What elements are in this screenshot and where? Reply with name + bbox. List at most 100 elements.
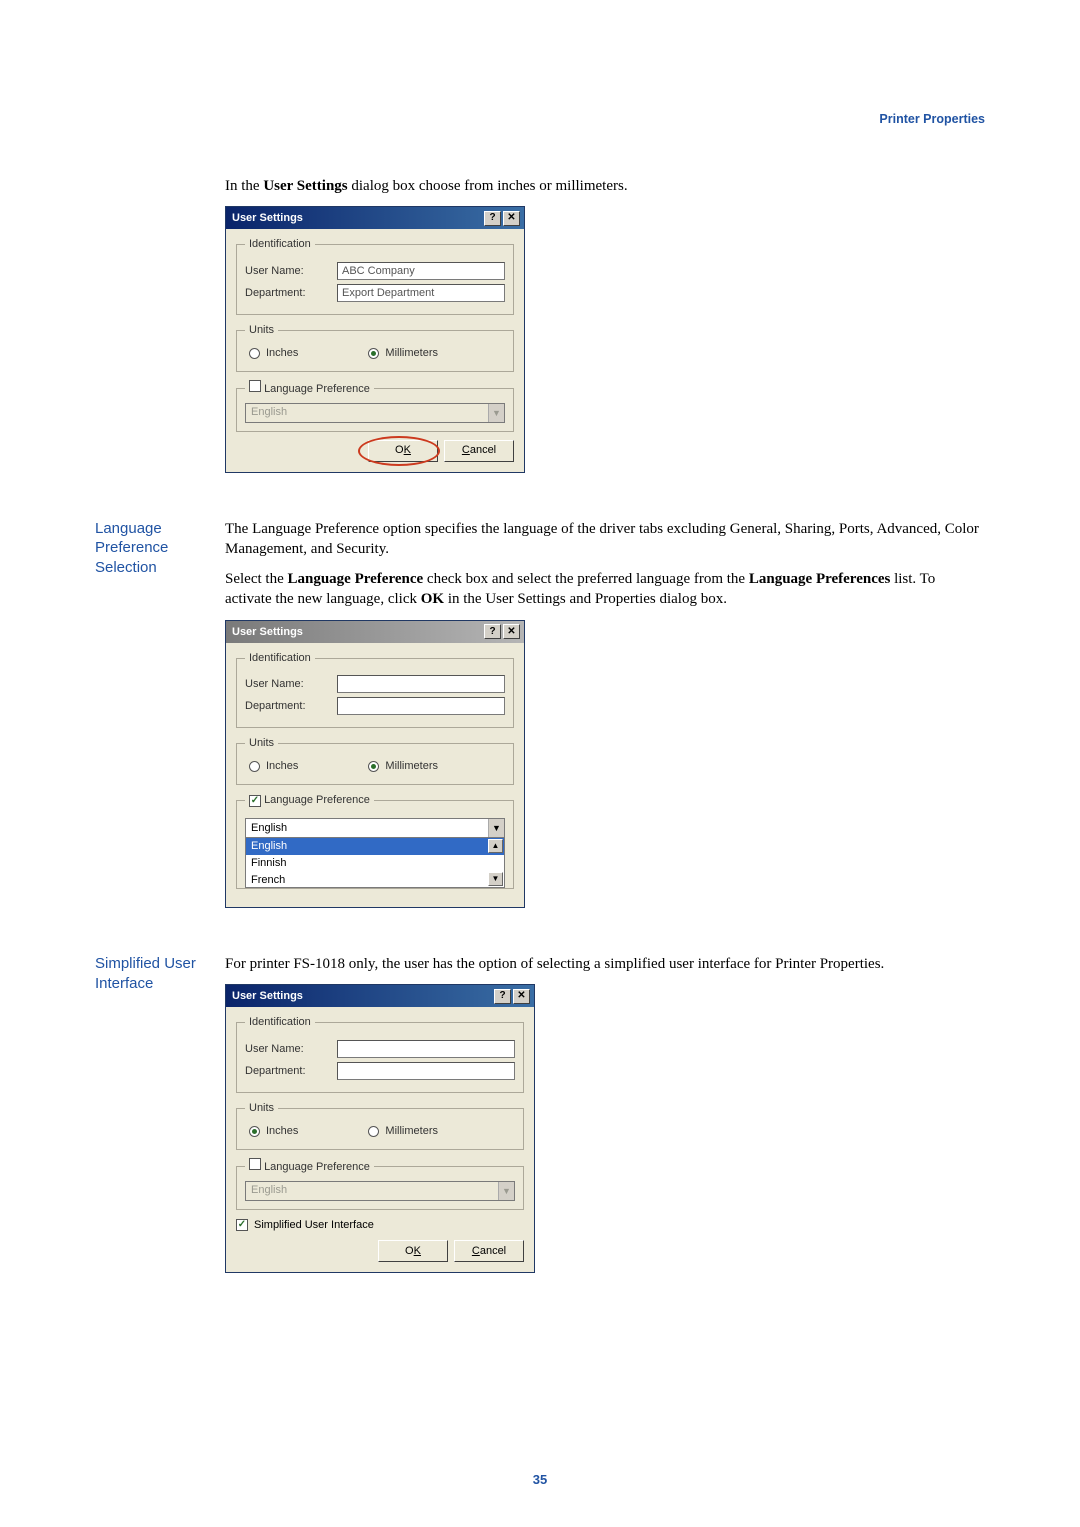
millimeters-radio-label: Millimeters bbox=[385, 346, 438, 361]
username-field[interactable]: ABC Company bbox=[337, 262, 505, 280]
department-field[interactable]: Export Department bbox=[337, 284, 505, 302]
identification-legend: Identification bbox=[245, 651, 315, 666]
millimeters-radio[interactable]: Millimeters bbox=[368, 1124, 438, 1139]
titlebar: User Settings ? ✕ bbox=[226, 621, 524, 643]
language-preference-checkbox[interactable] bbox=[249, 1158, 261, 1170]
lp2b: Language Preference bbox=[287, 571, 423, 587]
lp2a: Select the bbox=[225, 571, 287, 587]
language-preference-chk-wrap: Language Preference bbox=[245, 1158, 374, 1175]
department-label: Department: bbox=[245, 1064, 337, 1079]
intro-text-b: User Settings bbox=[263, 178, 347, 194]
ok-underline: K bbox=[404, 443, 411, 458]
ok-button[interactable]: OK bbox=[368, 440, 438, 462]
username-field[interactable] bbox=[337, 1040, 515, 1058]
department-label: Department: bbox=[245, 286, 337, 301]
cancel-underline: C bbox=[462, 443, 470, 458]
language-listbox[interactable]: English Finnish French French (Canada) ▲… bbox=[245, 838, 505, 888]
username-label: User Name: bbox=[245, 1042, 337, 1057]
dialog-title: User Settings bbox=[232, 621, 303, 643]
language-dropdown: English ▼ bbox=[245, 403, 505, 423]
ok-pre: O bbox=[395, 443, 404, 458]
ok-button[interactable]: OK bbox=[378, 1240, 448, 1262]
close-icon[interactable]: ✕ bbox=[503, 211, 520, 226]
titlebar: User Settings ? ✕ bbox=[226, 207, 524, 229]
identification-group: Identification User Name: ABC Company De… bbox=[236, 237, 514, 315]
lang-p2: Select the Language Preference check box… bbox=[225, 569, 985, 610]
username-label: User Name: bbox=[245, 677, 337, 692]
inches-radio[interactable]: Inches bbox=[249, 346, 298, 361]
units-group: Units Inches Millimeters bbox=[236, 323, 514, 372]
list-item[interactable]: French bbox=[246, 872, 504, 888]
language-preference-group: Language Preference English ▼ bbox=[236, 1158, 524, 1210]
chevron-down-icon[interactable]: ▼ bbox=[488, 819, 504, 837]
units-group: Units Inches Millimeters bbox=[236, 736, 514, 785]
language-value: English bbox=[251, 405, 287, 420]
language-dropdown: English ▼ bbox=[245, 1181, 515, 1201]
user-settings-dialog-1: User Settings ? ✕ Identification User Na… bbox=[225, 206, 525, 472]
intro-text-c: dialog box choose from inches or millime… bbox=[348, 178, 628, 194]
language-preference-legend: Language Preference bbox=[264, 1161, 370, 1173]
inches-radio[interactable]: Inches bbox=[249, 1124, 298, 1139]
units-legend: Units bbox=[245, 736, 278, 751]
units-legend: Units bbox=[245, 323, 278, 338]
lang-p1: The Language Preference option specifies… bbox=[225, 519, 985, 560]
username-field[interactable] bbox=[337, 675, 505, 693]
ok-pre: O bbox=[405, 1244, 414, 1259]
simple-p1: For printer FS-1018 only, the user has t… bbox=[225, 954, 985, 974]
units-group: Units Inches Millimeters bbox=[236, 1101, 524, 1150]
lp2d: Language Preferences bbox=[749, 571, 891, 587]
language-preference-chk-wrap: Language Preference bbox=[245, 380, 374, 397]
lp2g: in the User Settings and Properties dial… bbox=[444, 591, 727, 607]
scroll-down-icon[interactable]: ▼ bbox=[488, 872, 503, 886]
intro-text-a: In the bbox=[225, 178, 263, 194]
help-icon[interactable]: ? bbox=[494, 989, 511, 1004]
units-legend: Units bbox=[245, 1101, 278, 1116]
dialog-title: User Settings bbox=[232, 985, 303, 1007]
simple-section-heading: Simplified User Interface bbox=[95, 954, 225, 1291]
list-item[interactable]: Finnish bbox=[246, 855, 504, 872]
department-label: Department: bbox=[245, 699, 337, 714]
page-number: 35 bbox=[0, 1472, 1080, 1487]
chevron-down-icon: ▼ bbox=[488, 404, 504, 422]
username-label: User Name: bbox=[245, 264, 337, 279]
cancel-underline: C bbox=[472, 1244, 480, 1259]
close-icon[interactable]: ✕ bbox=[513, 989, 530, 1004]
page-header-title: Printer Properties bbox=[95, 112, 985, 126]
lp2f: OK bbox=[421, 591, 444, 607]
language-preference-checkbox[interactable] bbox=[249, 380, 261, 392]
language-value: English bbox=[251, 1183, 287, 1198]
language-dropdown[interactable]: English ▼ bbox=[245, 818, 505, 838]
list-item[interactable]: English bbox=[246, 838, 504, 855]
inches-radio[interactable]: Inches bbox=[249, 759, 298, 774]
department-field[interactable] bbox=[337, 1062, 515, 1080]
identification-legend: Identification bbox=[245, 1015, 315, 1030]
help-icon[interactable]: ? bbox=[484, 211, 501, 226]
lang-section-heading: Language Preference Selection bbox=[95, 519, 225, 926]
scroll-up-icon[interactable]: ▲ bbox=[488, 839, 503, 853]
language-preference-checkbox[interactable]: ✓ bbox=[249, 795, 261, 807]
simplified-ui-label: Simplified User Interface bbox=[254, 1218, 374, 1233]
inches-radio-label: Inches bbox=[266, 1124, 298, 1139]
cancel-post: ancel bbox=[480, 1244, 506, 1259]
language-preference-legend: Language Preference bbox=[264, 794, 370, 806]
user-settings-dialog-2: User Settings ? ✕ Identification User Na… bbox=[225, 620, 525, 908]
millimeters-radio[interactable]: Millimeters bbox=[368, 759, 438, 774]
identification-legend: Identification bbox=[245, 237, 315, 252]
identification-group: Identification User Name: Department: bbox=[236, 651, 514, 729]
language-preference-legend: Language Preference bbox=[264, 383, 370, 395]
language-preference-chk-wrap: ✓ Language Preference bbox=[245, 793, 374, 808]
simplified-ui-checkbox[interactable]: ✓ bbox=[236, 1219, 248, 1231]
close-icon[interactable]: ✕ bbox=[503, 624, 520, 639]
language-preference-group: ✓ Language Preference English ▼ English … bbox=[236, 793, 514, 889]
language-value: English bbox=[251, 821, 287, 836]
cancel-button[interactable]: Cancel bbox=[444, 440, 514, 462]
language-preference-group: Language Preference English ▼ bbox=[236, 380, 514, 432]
department-field[interactable] bbox=[337, 697, 505, 715]
cancel-button[interactable]: Cancel bbox=[454, 1240, 524, 1262]
help-icon[interactable]: ? bbox=[484, 624, 501, 639]
millimeters-radio-label: Millimeters bbox=[385, 759, 438, 774]
user-settings-dialog-3: User Settings ? ✕ Identification User Na… bbox=[225, 984, 535, 1273]
chevron-down-icon: ▼ bbox=[498, 1182, 514, 1200]
millimeters-radio[interactable]: Millimeters bbox=[368, 346, 438, 361]
inches-radio-label: Inches bbox=[266, 346, 298, 361]
